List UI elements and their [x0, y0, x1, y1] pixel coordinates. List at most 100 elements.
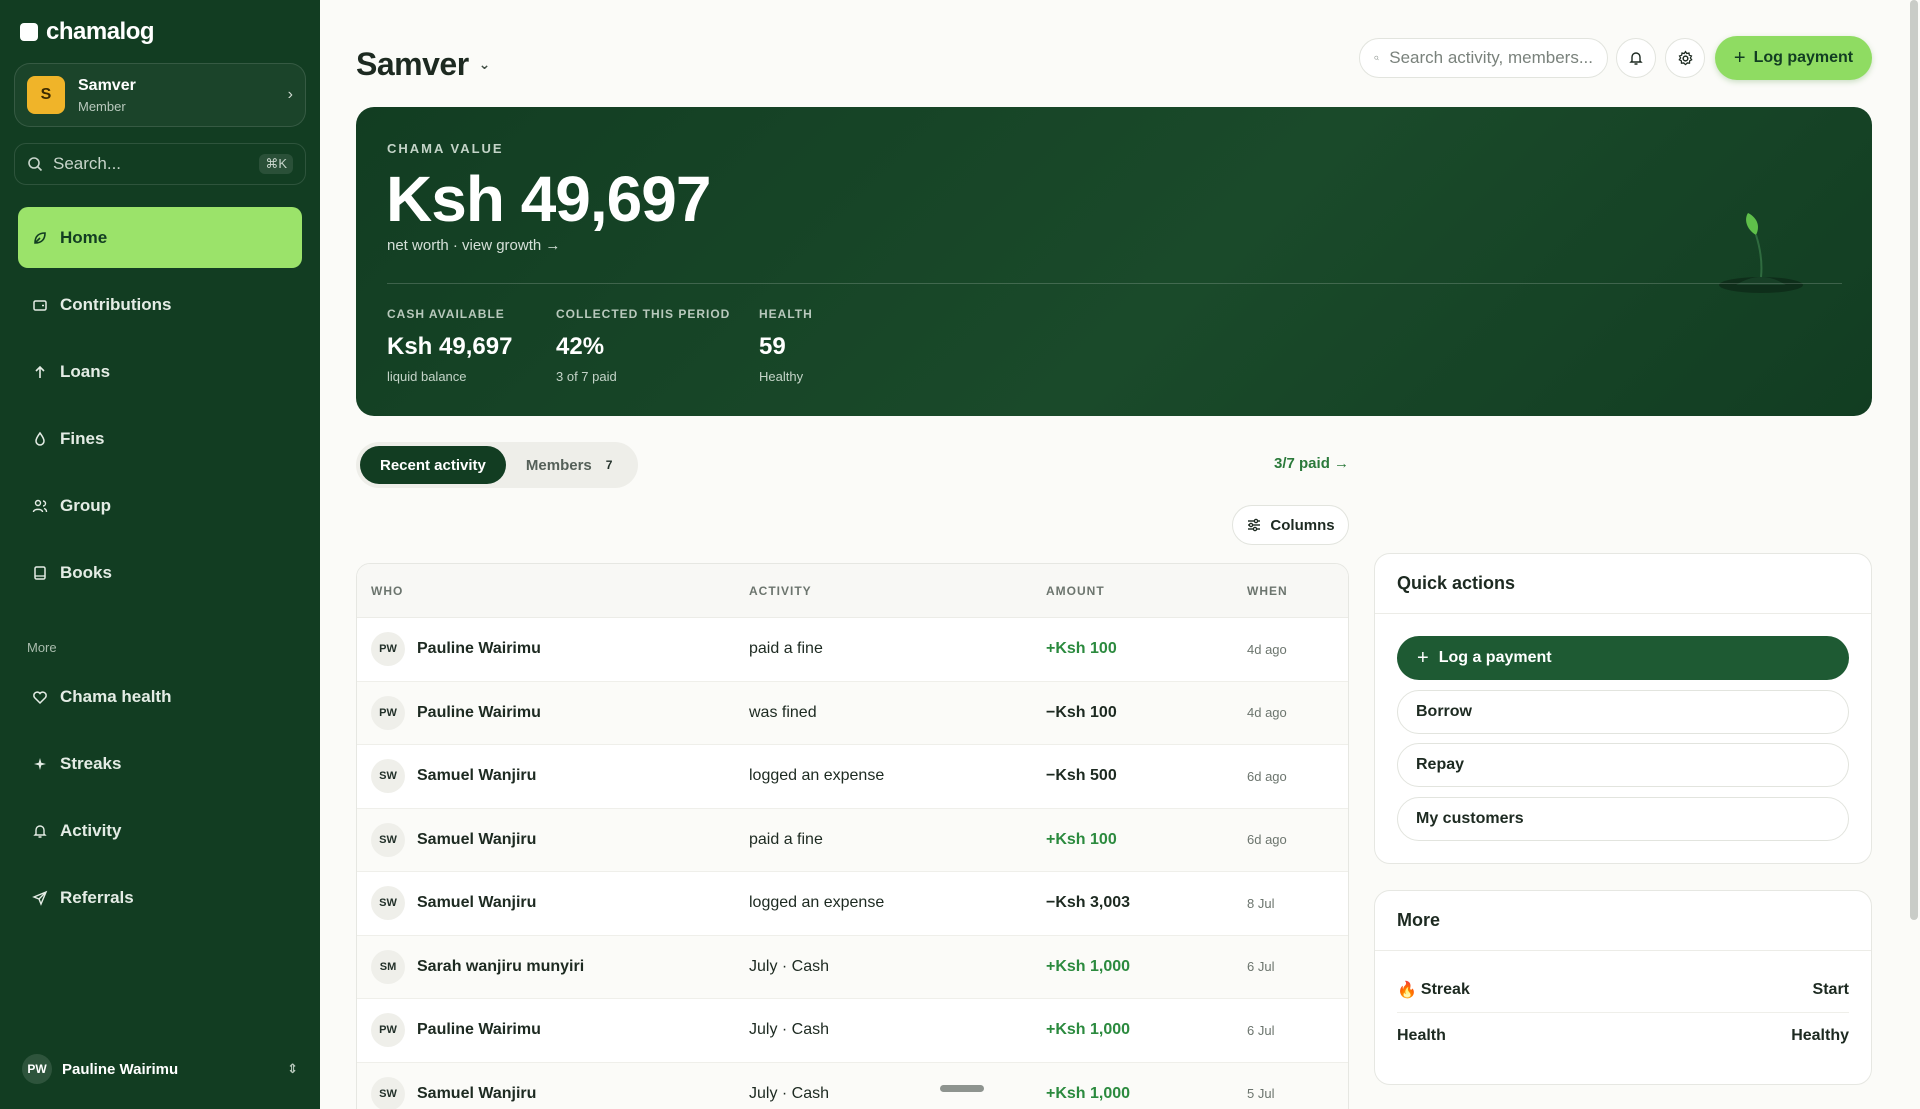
sidebar-search[interactable]: Search... ⌘K	[14, 143, 306, 185]
activity-text: paid a fine	[749, 830, 823, 848]
amount-text: −Ksh 3,003	[1046, 894, 1131, 912]
columns-button[interactable]: Columns	[1232, 505, 1349, 545]
timestamp: 5 Jul	[1247, 1086, 1275, 1102]
table-row[interactable]: PW Pauline Wairimu July · Cash +Ksh 1,000 6 …	[357, 999, 1348, 1063]
chevron-right-icon: ›	[287, 86, 293, 103]
log-a-payment-label: Log a payment	[1438, 649, 1552, 666]
sidebar-item-referrals[interactable]: Referrals	[18, 867, 302, 928]
activity-text: July · Cash	[749, 957, 830, 975]
search-input[interactable]: Search activity, members...	[1359, 38, 1608, 78]
timestamp: 8 Jul	[1247, 895, 1275, 911]
sidebar-item-chama-health[interactable]: Chama health	[18, 666, 302, 727]
notifications-button[interactable]	[1616, 38, 1656, 78]
my-customers-button[interactable]: My customers	[1397, 797, 1849, 841]
avatar: PW	[22, 1054, 52, 1084]
member-name: Samuel Wanjiru	[417, 830, 537, 848]
table-row[interactable]: PW Pauline Wairimu was fined −Ksh 100 4d ago	[357, 681, 1348, 745]
org-switcher[interactable]: S Samver Member ›	[14, 63, 306, 127]
activity-text: July · Cash	[749, 1021, 830, 1039]
sprout-icon	[1719, 213, 1803, 293]
arrow-up-icon	[35, 365, 45, 378]
health-row[interactable]: Health Healthy	[1397, 1013, 1849, 1059]
column-header-amount[interactable]: AMOUNT	[1046, 584, 1105, 598]
sidebar-item-loans[interactable]: Loans	[18, 341, 302, 402]
stat-cash-available: CASH AVAILABLE Ksh 49,697 liquid balance	[387, 307, 512, 384]
hero-divider	[387, 283, 1842, 284]
member-name: Pauline Wairimu	[417, 1021, 541, 1039]
member-name: Pauline Wairimu	[417, 640, 541, 658]
column-header-when[interactable]: WHEN	[1247, 584, 1288, 598]
sidebar-item-label: Home	[60, 227, 108, 247]
table-row[interactable]: SW Samuel Wanjiru logged an expense −Ksh 3,…	[357, 872, 1348, 936]
sidebar-item-home[interactable]: Home	[18, 207, 302, 268]
droplet-icon	[35, 431, 45, 446]
table-row[interactable]: SW Samuel Wanjiru paid a fine +Ksh 100 6d ag…	[357, 808, 1348, 872]
chama-value: Ksh 49,697	[386, 163, 711, 235]
sidebar: chamalog S Samver Member › Search... ⌘K …	[0, 0, 320, 1109]
quick-actions-card: Quick actions + Log a payment Borrow Rep…	[1374, 553, 1872, 864]
sidebar-item-label: Loans	[60, 361, 111, 381]
org-role: Member	[78, 98, 126, 114]
paid-status-link[interactable]: 3/7 paid →	[1274, 455, 1349, 472]
plus-icon: +	[1417, 646, 1429, 669]
stat-label: HEALTH	[759, 307, 813, 321]
amount-text: −Ksh 100	[1046, 703, 1117, 721]
table-row[interactable]: SW Samuel Wanjiru logged an expense −Ksh 50…	[357, 745, 1348, 809]
amount-text: +Ksh 1,000	[1046, 1021, 1131, 1039]
health-value: Healthy	[1791, 1027, 1849, 1044]
timestamp: 6 Jul	[1247, 1022, 1275, 1038]
sidebar-item-contributions[interactable]: Contributions	[18, 274, 302, 335]
avatar: PW	[371, 1013, 405, 1048]
table-row[interactable]: SW Samuel Wanjiru July · Cash +Ksh 1,000 5 J…	[357, 1062, 1348, 1109]
stat-caption: Healthy	[759, 369, 804, 384]
streak-label: Streak	[1420, 980, 1470, 998]
stat-value: 59	[759, 333, 786, 360]
user-menu[interactable]: PW Pauline Wairimu ⇕	[22, 1054, 298, 1084]
repay-button[interactable]: Repay	[1397, 743, 1849, 787]
activity-table: WHO ACTIVITY AMOUNT WHEN PW Pauline Wairi…	[356, 563, 1349, 1109]
activity-text: logged an expense	[749, 894, 885, 912]
borrow-button[interactable]: Borrow	[1397, 690, 1849, 734]
wallet-icon	[33, 299, 47, 311]
view-growth-link[interactable]: net worth · view growth →	[387, 237, 560, 254]
app-logo[interactable]: chamalog	[20, 18, 155, 46]
sidebar-item-books[interactable]: Books	[18, 542, 302, 603]
plus-icon: +	[1733, 46, 1746, 69]
stat-value: Ksh 49,697	[387, 333, 513, 360]
tab-members[interactable]: Members 7	[506, 446, 633, 484]
stat-label: COLLECTED THIS PERIOD	[556, 307, 731, 321]
sidebar-item-label: Referrals	[60, 887, 134, 907]
log-payment-button[interactable]: + Log payment	[1715, 36, 1872, 80]
table-row[interactable]: SM Sarah wanjiru munyiri July · Cash +Ksh 1…	[357, 935, 1348, 999]
sidebar-item-fines[interactable]: Fines	[18, 408, 302, 469]
page-scrollbar[interactable]	[1910, 0, 1918, 920]
sidebar-item-streaks[interactable]: Streaks	[18, 733, 302, 794]
stat-caption: 3 of 7 paid	[556, 369, 617, 384]
log-a-payment-button[interactable]: + Log a payment	[1397, 636, 1849, 680]
sidebar-item-group[interactable]: Group	[18, 475, 302, 536]
column-header-who[interactable]: WHO	[371, 584, 403, 598]
stat-label: CASH AVAILABLE	[387, 307, 505, 321]
members-count-badge: 7	[605, 458, 613, 472]
streak-row[interactable]: 🔥 Streak Start	[1397, 967, 1849, 1013]
table-row[interactable]: PW Pauline Wairimu paid a fine +Ksh 100 4d a…	[357, 618, 1348, 682]
tab-recent-activity[interactable]: Recent activity	[360, 446, 506, 484]
sidebar-item-label: Streaks	[60, 753, 122, 773]
quick-actions-title: Quick actions	[1375, 554, 1871, 614]
sparkle-icon	[34, 757, 46, 770]
timestamp: 4d ago	[1247, 705, 1287, 721]
avatar: SW	[371, 759, 405, 794]
sliders-icon	[1248, 518, 1261, 532]
logo-mark-icon	[20, 23, 38, 41]
horizontal-scroll-handle[interactable]	[940, 1085, 984, 1092]
page-title-text: Samver	[356, 46, 469, 82]
sidebar-item-label: Fines	[60, 428, 105, 448]
avatar: SW	[371, 1076, 405, 1109]
page-title[interactable]: Samver ⌄	[356, 46, 490, 83]
settings-button[interactable]	[1665, 38, 1705, 78]
member-name: Sarah wanjiru munyiri	[417, 957, 585, 975]
column-header-activity[interactable]: ACTIVITY	[749, 584, 812, 598]
sidebar-item-activity[interactable]: Activity	[18, 800, 302, 861]
stat-caption: liquid balance	[387, 369, 467, 384]
chama-value-card: CHAMA VALUE Ksh 49,697 net worth · view …	[356, 107, 1872, 416]
